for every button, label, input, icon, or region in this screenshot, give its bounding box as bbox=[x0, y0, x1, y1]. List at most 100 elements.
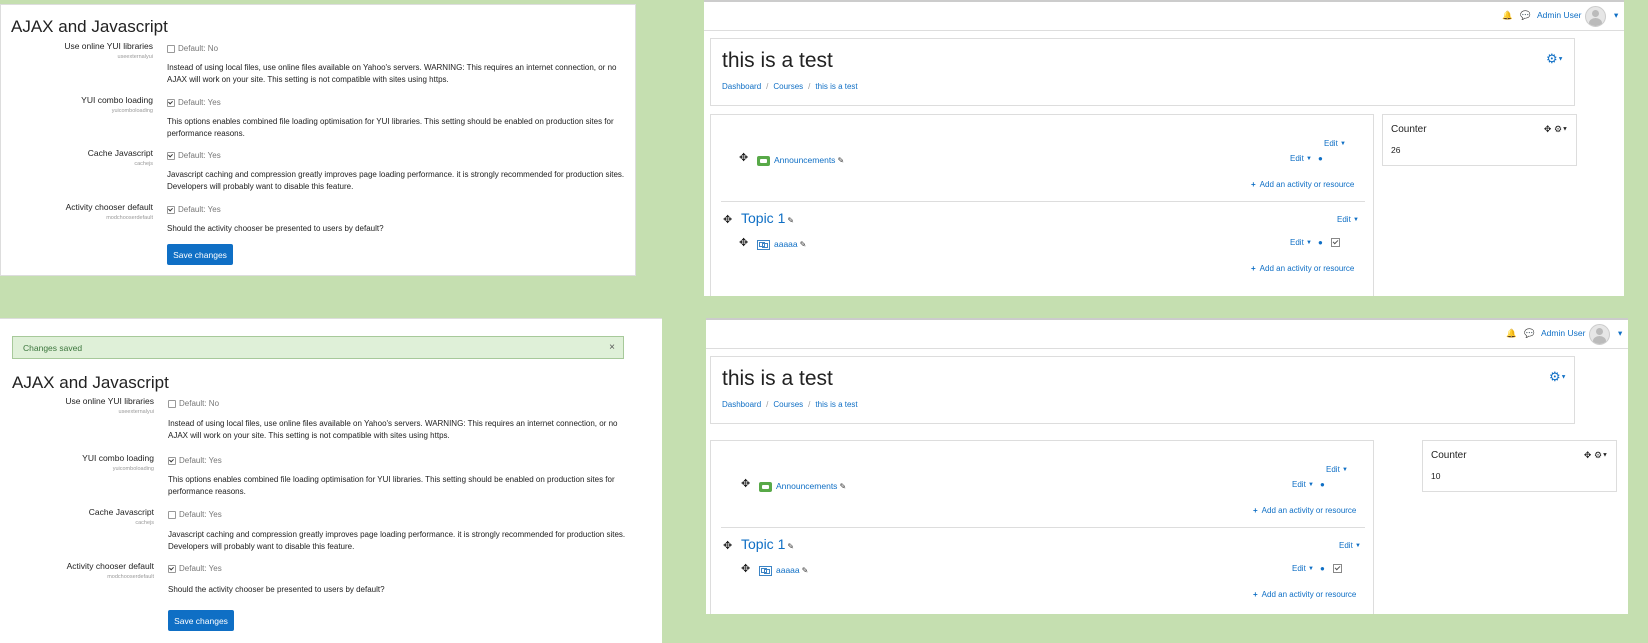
activity-aaaaa[interactable]: aaaaa ✎ bbox=[759, 565, 808, 576]
move-icon[interactable]: ✥ bbox=[741, 562, 750, 575]
add-activity-link[interactable]: + Add an activity or resource bbox=[1253, 590, 1356, 599]
page-title: AJAX and Javascript bbox=[11, 17, 168, 36]
module-icon bbox=[759, 565, 772, 576]
move-icon[interactable]: ✥ bbox=[723, 539, 732, 552]
activity-aaaaa[interactable]: aaaaa ✎ bbox=[757, 239, 806, 250]
course-panel-bottom: 🔔 💬 Admin User ▾ this is a test Dashboar… bbox=[706, 318, 1628, 614]
gear-icon[interactable]: ⚙▼ bbox=[1546, 51, 1564, 67]
top-navbar: 🔔 💬 Admin User ▾ bbox=[706, 318, 1628, 349]
checkbox-cachejs[interactable]: Default: Yes bbox=[167, 151, 221, 160]
section-edit-menu[interactable]: Edit ▼ bbox=[1337, 215, 1359, 224]
pencil-icon[interactable]: ✎ bbox=[802, 566, 809, 575]
save-changes-button[interactable]: Save changes bbox=[168, 610, 234, 631]
activity-edit-menu[interactable]: Edit ▼ ● bbox=[1292, 564, 1342, 574]
pencil-icon[interactable]: ✎ bbox=[839, 482, 846, 491]
course-title: this is a test bbox=[722, 367, 833, 390]
user-avatar-icon[interactable] bbox=[1589, 324, 1610, 345]
checkbox-modchooserdefault[interactable]: Default: Yes bbox=[168, 564, 222, 573]
checkbox-modchooserdefault[interactable]: Default: Yes bbox=[167, 205, 221, 214]
pencil-icon[interactable]: ✎ bbox=[837, 156, 844, 165]
person-icon[interactable]: ● bbox=[1318, 238, 1323, 247]
block-controls[interactable]: ✥ ⚙▼ bbox=[1584, 450, 1608, 461]
checkbox-box[interactable] bbox=[168, 510, 176, 519]
activity-edit-menu[interactable]: Edit ▼ ● bbox=[1290, 238, 1340, 248]
section-edit-menu[interactable]: Edit ▼ bbox=[1324, 139, 1346, 148]
activity-announcements[interactable]: Announcements ✎ bbox=[759, 481, 846, 492]
default-value: Default: Yes bbox=[178, 151, 221, 160]
chevron-down-icon[interactable]: ▾ bbox=[1614, 10, 1618, 21]
gear-icon[interactable]: ⚙ bbox=[1554, 124, 1562, 134]
breadcrumb-course[interactable]: this is a test bbox=[815, 82, 857, 91]
close-icon[interactable]: × bbox=[609, 342, 615, 353]
move-icon[interactable]: ✥ bbox=[1584, 450, 1592, 460]
move-icon[interactable]: ✥ bbox=[739, 151, 748, 164]
checkbox-box[interactable] bbox=[167, 205, 175, 214]
move-icon[interactable]: ✥ bbox=[739, 236, 748, 249]
activity-announcements[interactable]: Announcements ✎ bbox=[757, 155, 844, 166]
counter-block: Counter ✥ ⚙▼ 10 bbox=[1422, 440, 1617, 492]
section-title-topic-1[interactable]: Topic 1 ✎ bbox=[741, 536, 794, 552]
breadcrumb-courses[interactable]: Courses bbox=[773, 82, 803, 91]
activity-edit-menu[interactable]: Edit ▼ ● bbox=[1290, 154, 1323, 163]
default-value: Default: Yes bbox=[178, 205, 221, 214]
section-divider bbox=[721, 201, 1365, 202]
setting-name-useexternalyui: useexternalyui bbox=[117, 54, 153, 60]
checkbox-useexternalyui[interactable]: Default: No bbox=[167, 44, 218, 53]
add-activity-link[interactable]: + Add an activity or resource bbox=[1251, 180, 1354, 189]
bell-icon[interactable]: 🔔 bbox=[1506, 328, 1517, 339]
completion-checkbox-icon[interactable] bbox=[1330, 238, 1340, 248]
checkbox-box[interactable] bbox=[167, 44, 175, 53]
pencil-icon[interactable]: ✎ bbox=[787, 542, 794, 551]
move-icon[interactable]: ✥ bbox=[723, 213, 732, 226]
checkbox-box[interactable] bbox=[167, 151, 175, 160]
chat-icon[interactable]: 💬 bbox=[1524, 328, 1535, 339]
course-content: Edit ▼ ✥ Announcements ✎ Edit ▼ ● + Add an … bbox=[710, 114, 1374, 296]
person-icon[interactable]: ● bbox=[1320, 564, 1325, 573]
setting-name-cachejs: cachejs bbox=[135, 520, 154, 526]
user-menu-name[interactable]: Admin User bbox=[1537, 10, 1581, 20]
move-icon[interactable]: ✥ bbox=[1544, 124, 1552, 134]
bell-icon[interactable]: 🔔 bbox=[1502, 10, 1513, 21]
breadcrumb-dashboard[interactable]: Dashboard bbox=[722, 82, 761, 91]
checkbox-box[interactable] bbox=[168, 456, 176, 465]
gear-icon[interactable]: ⚙▼ bbox=[1549, 369, 1567, 385]
section-title-topic-1[interactable]: Topic 1 ✎ bbox=[741, 210, 794, 226]
add-activity-link[interactable]: + Add an activity or resource bbox=[1253, 506, 1356, 515]
chat-icon[interactable]: 💬 bbox=[1520, 10, 1531, 21]
setting-name-yuicomboloading: yuicomboloading bbox=[112, 466, 154, 472]
breadcrumb-courses[interactable]: Courses bbox=[773, 400, 803, 409]
checkbox-yuicomboloading[interactable]: Default: Yes bbox=[167, 98, 221, 107]
checkbox-box[interactable] bbox=[168, 399, 176, 408]
completion-checkbox-icon[interactable] bbox=[1332, 564, 1342, 574]
block-title: Counter bbox=[1431, 450, 1467, 461]
pencil-icon[interactable]: ✎ bbox=[800, 240, 807, 249]
save-changes-button[interactable]: Save changes bbox=[167, 244, 233, 265]
page-title: AJAX and Javascript bbox=[12, 373, 169, 392]
activity-edit-menu[interactable]: Edit ▼ ● bbox=[1292, 480, 1325, 489]
add-activity-link[interactable]: + Add an activity or resource bbox=[1251, 264, 1354, 273]
user-avatar-icon[interactable] bbox=[1585, 6, 1606, 27]
move-icon[interactable]: ✥ bbox=[741, 477, 750, 490]
section-divider bbox=[721, 527, 1365, 528]
checkbox-cachejs[interactable]: Default: Yes bbox=[168, 510, 222, 519]
block-controls[interactable]: ✥ ⚙▼ bbox=[1544, 124, 1568, 135]
checkbox-box[interactable] bbox=[167, 98, 175, 107]
default-value: Default: Yes bbox=[179, 456, 222, 465]
gear-icon[interactable]: ⚙ bbox=[1594, 450, 1602, 460]
checkbox-useexternalyui[interactable]: Default: No bbox=[168, 399, 219, 408]
breadcrumb-course[interactable]: this is a test bbox=[815, 400, 857, 409]
setting-desc: This options enables combined file loadi… bbox=[168, 475, 615, 496]
person-icon[interactable]: ● bbox=[1320, 480, 1325, 489]
setting-label-modchooserdefault: Activity chooser default bbox=[65, 202, 153, 212]
section-edit-menu[interactable]: Edit ▼ bbox=[1326, 465, 1348, 474]
plus-icon: + bbox=[1253, 506, 1258, 515]
breadcrumb-dashboard[interactable]: Dashboard bbox=[722, 400, 761, 409]
pencil-icon[interactable]: ✎ bbox=[787, 216, 794, 225]
section-edit-menu[interactable]: Edit ▼ bbox=[1339, 541, 1361, 550]
checkbox-yuicomboloading[interactable]: Default: Yes bbox=[168, 456, 222, 465]
chevron-down-icon[interactable]: ▾ bbox=[1618, 328, 1622, 339]
checkbox-box[interactable] bbox=[168, 564, 176, 573]
user-menu-name[interactable]: Admin User bbox=[1541, 328, 1585, 338]
person-icon[interactable]: ● bbox=[1318, 154, 1323, 163]
course-content: Edit ▼ ✥ Announcements ✎ Edit ▼ ● + Add an … bbox=[710, 440, 1374, 614]
